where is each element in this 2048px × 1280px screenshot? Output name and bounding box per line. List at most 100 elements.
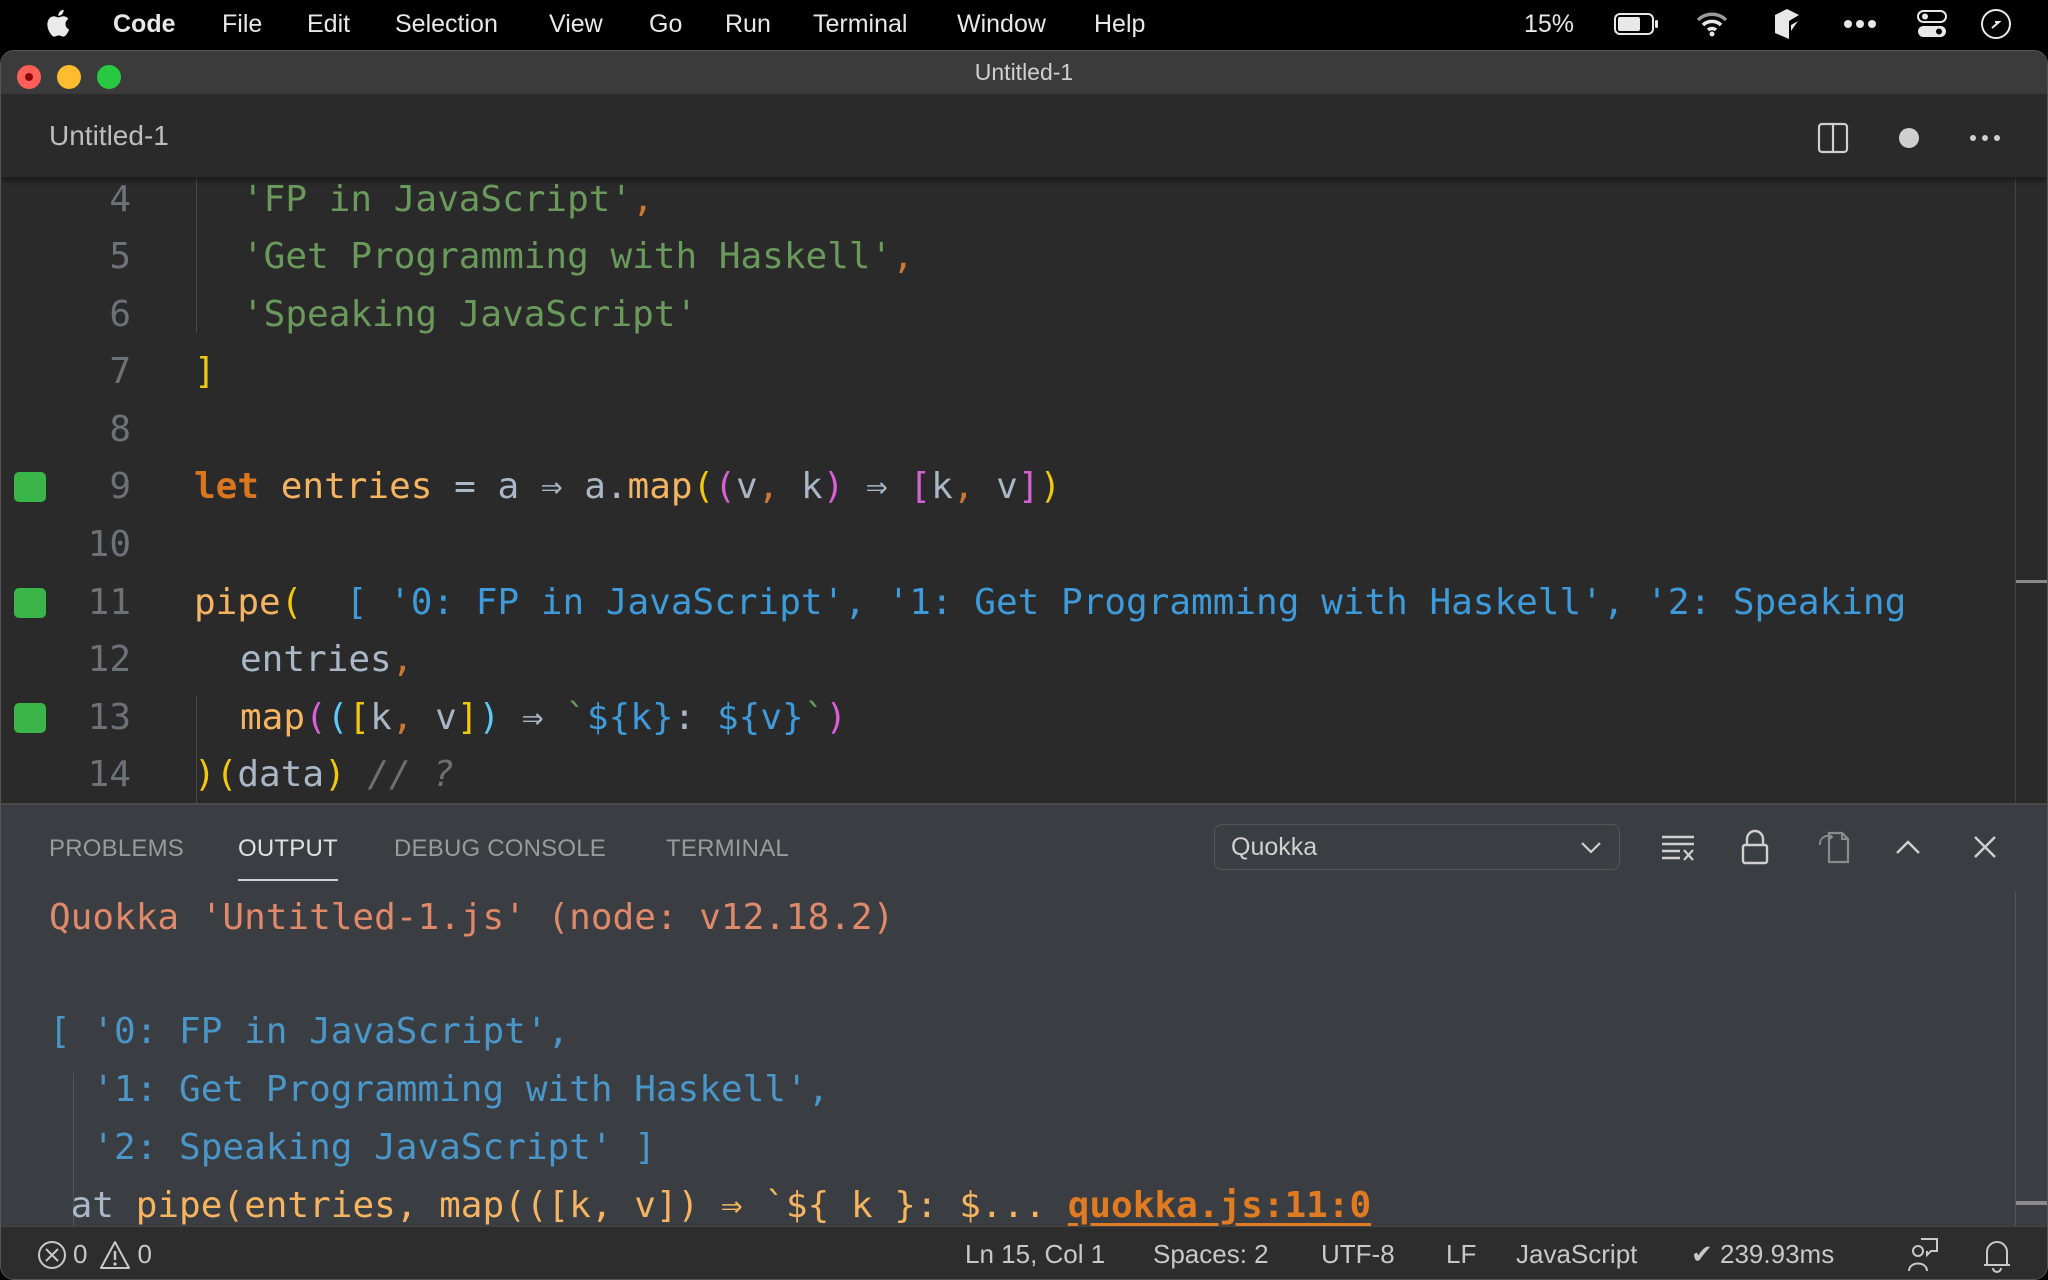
unsaved-dot-icon[interactable] [1891, 120, 1927, 156]
line-number: 5 [109, 236, 131, 277]
line-number: 9 [109, 466, 131, 507]
output-scrollbar-track[interactable] [2015, 892, 2016, 1228]
code-line: 7 ] [1, 343, 2047, 400]
quokka-coverage-marker[interactable] [14, 588, 46, 618]
language-mode[interactable]: JavaScript [1516, 1227, 1637, 1279]
quokka-coverage-marker[interactable] [14, 703, 46, 733]
maximize-panel-icon[interactable] [1888, 827, 1928, 867]
code-editor[interactable]: 4 'FP in JavaScript', 5 'Get Programming… [1, 178, 2047, 803]
quokka-coverage-marker[interactable] [14, 472, 46, 502]
code-text: entries, [240, 639, 414, 680]
tab-problems[interactable]: PROBLEMS [49, 831, 184, 867]
menu-help[interactable]: Help [1094, 0, 1145, 48]
battery-percent: 15% [1524, 9, 1575, 38]
menu-terminal[interactable]: Terminal [813, 0, 907, 48]
output-content[interactable]: Quokka 'Untitled-1.js' (node: v12.18.2) … [1, 893, 2016, 1228]
code-text: let entries = a ⇒ a.map((v, k) ⇒ [k, v]) [194, 466, 1062, 507]
editor-tab-bar: Untitled-1 [1, 94, 2047, 178]
line-number: 11 [87, 582, 131, 623]
code-line: 14 )(data) // ? [1, 746, 2047, 803]
clock-icon[interactable] [1976, 0, 2016, 48]
encoding-status[interactable]: UTF-8 [1321, 1227, 1395, 1279]
menu-run[interactable]: Run [725, 0, 771, 48]
code-text: pipe( [ '0: FP in JavaScript', '1: Get P… [194, 582, 1907, 623]
output-value-line: '2: Speaking JavaScript' ] [49, 1127, 656, 1168]
error-icon [38, 1240, 66, 1269]
editor-scrollbar-track[interactable] [2015, 178, 2016, 803]
code-text: 'FP in JavaScript', [242, 179, 654, 220]
menu-window[interactable]: Window [957, 0, 1046, 48]
code-line: 11 pipe( [ '0: FP in JavaScript', '1: Ge… [1, 574, 2047, 631]
menu-edit[interactable]: Edit [307, 0, 350, 48]
code-line: 6 'Speaking JavaScript' [1, 286, 2047, 343]
code-line: 12 entries, [1, 631, 2047, 688]
output-scrollbar-thumb[interactable] [2016, 1201, 2047, 1205]
wifi-icon[interactable] [1692, 0, 1732, 48]
problems-status[interactable]: 0 0 [37, 1227, 152, 1279]
battery-icon[interactable] [1612, 0, 1662, 48]
code-line: 5 'Get Programming with Haskell', [1, 228, 2047, 285]
eol-status[interactable]: LF [1446, 1227, 1476, 1279]
output-channel-select[interactable]: Quokka [1214, 824, 1620, 870]
code-line: 9 let entries = a ⇒ a.map((v, k) ⇒ [k, v… [1, 458, 2047, 515]
menu-view[interactable]: View [549, 0, 603, 48]
macos-menu-bar: Code File Edit Selection View Go Run Ter… [0, 0, 2048, 48]
tab-untitled-1[interactable]: Untitled-1 [49, 94, 169, 178]
line-number: 8 [109, 409, 131, 450]
split-editor-icon[interactable] [1815, 120, 1851, 156]
more-icon[interactable] [1840, 0, 1880, 48]
code-text: 'Speaking JavaScript' [242, 294, 698, 335]
code-line: 4 'FP in JavaScript', [1, 178, 2047, 228]
tab-output[interactable]: OUTPUT [238, 831, 338, 881]
title-bar[interactable]: Untitled-1 [1, 51, 2047, 94]
menu-app-code[interactable]: Code [113, 0, 176, 48]
code-text: )(data) // ? [194, 754, 455, 795]
code-text: 'Get Programming with Haskell', [242, 236, 914, 277]
line-number: 13 [87, 697, 131, 738]
indentation-status[interactable]: Spaces: 2 [1153, 1227, 1269, 1279]
feedback-icon[interactable] [1907, 1227, 1939, 1279]
line-number: 4 [109, 179, 131, 220]
status-bar: 0 0 Ln 15, Col 1 Spaces: 2 UTF-8 LF Java… [1, 1226, 2047, 1279]
code-line: 13 map(([k, v]) ⇒ `${k}: ${v}`) [1, 689, 2047, 746]
tab-terminal[interactable]: TERMINAL [666, 831, 789, 867]
source-location-link[interactable]: quokka.js:11:0 [1068, 1185, 1371, 1226]
code-text: ] [194, 351, 216, 392]
code-text: map(([k, v]) ⇒ `${k}: ${v}`) [240, 697, 848, 738]
output-value-line: '1: Get Programming with Haskell', [49, 1069, 830, 1110]
line-number: 7 [109, 351, 131, 392]
more-actions-icon[interactable] [1967, 120, 2003, 156]
output-value-line: [ '0: FP in JavaScript', [49, 1011, 570, 1052]
quokka-timing[interactable]: ✔ 239.93ms [1691, 1227, 1834, 1279]
app-extension-icon[interactable] [1766, 0, 1806, 48]
clear-output-icon[interactable] [1658, 827, 1698, 867]
lock-scroll-icon[interactable] [1735, 827, 1775, 867]
line-number: 14 [87, 754, 131, 795]
window-title: Untitled-1 [974, 59, 1074, 85]
notifications-bell-icon[interactable] [1983, 1227, 2011, 1279]
warning-icon [100, 1240, 131, 1269]
close-panel-icon[interactable] [1965, 827, 2005, 867]
chevron-down-icon [1581, 842, 1601, 854]
control-center-icon[interactable] [1912, 0, 1952, 48]
tab-debug-console[interactable]: DEBUG CONSOLE [394, 831, 606, 867]
editor-scrollbar-thumb[interactable] [2016, 580, 2047, 583]
code-line: 8 [1, 401, 2047, 458]
menu-file[interactable]: File [222, 0, 262, 48]
open-log-icon[interactable] [1814, 827, 1854, 867]
code-line: 10 [1, 516, 2047, 573]
output-header: Quokka 'Untitled-1.js' (node: v12.18.2) [49, 897, 895, 938]
line-number: 6 [109, 294, 131, 335]
menu-go[interactable]: Go [649, 0, 682, 48]
warning-count: 0 [137, 1239, 152, 1269]
output-channel-value: Quokka [1231, 833, 1318, 861]
line-number: 10 [87, 524, 131, 565]
apple-logo-icon[interactable] [44, 8, 70, 38]
cursor-position[interactable]: Ln 15, Col 1 [965, 1227, 1105, 1279]
vscode-window: Untitled-1 Untitled-1 4 'FP in JavaScrip… [0, 50, 2048, 1280]
menu-selection[interactable]: Selection [395, 0, 498, 48]
error-count: 0 [73, 1239, 88, 1269]
inline-result: [ '0: FP in JavaScript', '1: Get Program… [345, 582, 1907, 623]
bottom-panel: PROBLEMS OUTPUT DEBUG CONSOLE TERMINAL Q… [1, 803, 2047, 1228]
line-number: 12 [87, 639, 131, 680]
